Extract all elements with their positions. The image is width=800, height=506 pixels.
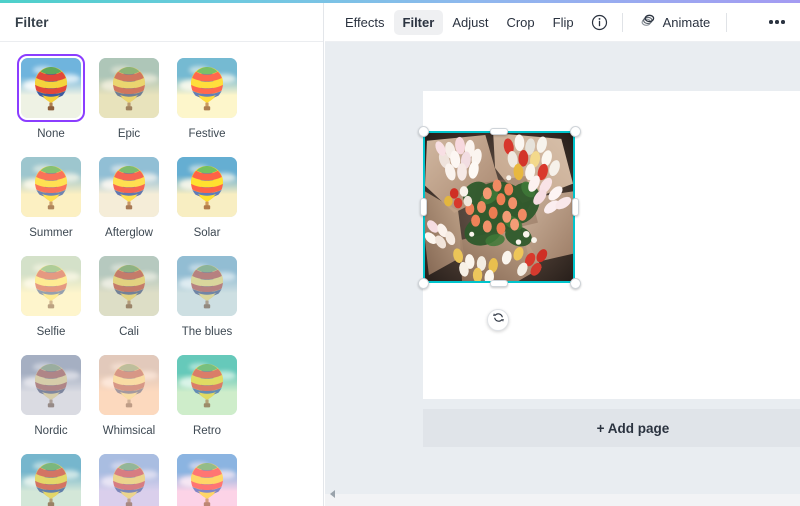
info-icon[interactable]	[587, 9, 613, 35]
filter-thumbnail	[99, 256, 159, 316]
filter-item-label: The blues	[181, 326, 233, 338]
filter-item-label: Cali	[119, 326, 139, 338]
filter-thumbnail-wrapper	[95, 153, 163, 221]
filter-item-label: Afterglow	[105, 227, 153, 239]
toolbar-divider-1	[621, 12, 623, 32]
resize-handle-bottom-left[interactable]	[418, 278, 429, 289]
filter-item-nordic[interactable]: Nordic	[12, 345, 90, 444]
filter-panel: Filter None Epic Festive Summer Afterglow Sol…	[0, 3, 324, 506]
filter-item-edge[interactable]: Edge	[12, 444, 90, 506]
filter-thumbnail	[21, 157, 81, 217]
filter-thumbnail-wrapper	[173, 450, 241, 506]
animate-icon	[639, 11, 657, 34]
animate-button[interactable]: Animate	[632, 6, 718, 39]
collapse-panel-handle[interactable]	[326, 486, 338, 502]
add-page-label: + Add page	[596, 420, 670, 436]
add-page-button[interactable]: + Add page	[423, 409, 800, 447]
filter-item-label: None	[37, 128, 65, 140]
filter-item-summer[interactable]: Summer	[12, 147, 90, 246]
filter-thumbnail-wrapper	[173, 252, 241, 320]
filter-thumbnail	[99, 58, 159, 118]
filter-thumbnail	[21, 58, 81, 118]
resize-handle-bottom-right[interactable]	[570, 278, 581, 289]
filter-thumbnail-wrapper	[173, 351, 241, 419]
rotate-icon	[492, 311, 505, 329]
rotate-handle[interactable]	[487, 309, 509, 331]
chevron-left-icon	[329, 490, 335, 498]
filter-thumbnail-wrapper	[173, 54, 241, 122]
filter-thumbnail	[21, 454, 81, 506]
resize-handle-bottom[interactable]	[490, 280, 508, 287]
canva-editor-window: Filter None Epic Festive Summer Afterglow Sol…	[0, 0, 800, 506]
filter-item-selfie[interactable]: Selfie	[12, 246, 90, 345]
filter-item-peony[interactable]: Peony	[168, 444, 246, 506]
filter-item-label: Epic	[117, 128, 141, 140]
filter-item-label: Retro	[192, 425, 222, 437]
filter-item-label: Nordic	[34, 425, 68, 437]
ellipsis-dot	[781, 20, 785, 24]
editor-right-side: Effects Filter Adjust Crop Flip Animate …	[325, 3, 800, 506]
filter-thumbnail-wrapper	[17, 252, 85, 320]
filter-thumbnail	[21, 256, 81, 316]
filter-item-label: Selfie	[36, 326, 66, 338]
canvas-bottom-strip	[325, 494, 800, 506]
ellipsis-dot	[769, 20, 773, 24]
filter-thumbnail	[99, 355, 159, 415]
filter-thumbnail-wrapper	[95, 54, 163, 122]
filter-grid: None Epic Festive Summer Afterglow Solar Selfi…	[0, 42, 323, 506]
top-gradient-strip	[0, 0, 800, 3]
filter-thumbnail	[177, 58, 237, 118]
tab-flip[interactable]: Flip	[544, 10, 583, 35]
filter-thumbnail	[177, 355, 237, 415]
resize-handle-top-right[interactable]	[570, 126, 581, 137]
filter-item-epic[interactable]: Epic	[90, 48, 168, 147]
resize-handle-top-left[interactable]	[418, 126, 429, 137]
filter-item-label: Whimsical	[102, 425, 156, 437]
ellipsis-dot	[775, 20, 779, 24]
image-toolbar: Effects Filter Adjust Crop Flip Animate	[325, 3, 800, 42]
filter-thumbnail	[177, 256, 237, 316]
page-title: Filter	[15, 14, 49, 30]
filter-thumbnail-wrapper	[17, 153, 85, 221]
filter-item-label: Solar	[193, 227, 221, 239]
tab-filter[interactable]: Filter	[393, 9, 444, 35]
selected-image[interactable]	[423, 131, 575, 283]
filter-item-label: Summer	[29, 227, 73, 239]
filter-thumbnail	[99, 157, 159, 217]
filter-item-solar[interactable]: Solar	[168, 147, 246, 246]
filter-thumbnail-wrapper	[95, 450, 163, 506]
filter-item-afterglow[interactable]: Afterglow	[90, 147, 168, 246]
filter-item-the-blues[interactable]: The blues	[168, 246, 246, 345]
filter-thumbnail	[177, 454, 237, 506]
filter-item-cali[interactable]: Cali	[90, 246, 168, 345]
canvas-area[interactable]: + Add page	[325, 42, 800, 506]
toolbar-divider-2	[726, 12, 728, 32]
bouquet-of-tulips-image	[425, 133, 573, 281]
more-options-button[interactable]	[764, 9, 790, 35]
resize-handle-left[interactable]	[420, 198, 427, 216]
filter-thumbnail-wrapper	[17, 351, 85, 419]
filter-panel-header: Filter	[0, 3, 323, 42]
tab-effects[interactable]: Effects	[336, 10, 394, 35]
filter-item-dalliance[interactable]: Dalliance	[90, 444, 168, 506]
tab-adjust[interactable]: Adjust	[443, 10, 497, 35]
filter-thumbnail	[177, 157, 237, 217]
filter-item-festive[interactable]: Festive	[168, 48, 246, 147]
filter-thumbnail	[21, 355, 81, 415]
resize-handle-right[interactable]	[572, 198, 579, 216]
tab-crop[interactable]: Crop	[497, 10, 543, 35]
filter-item-retro[interactable]: Retro	[168, 345, 246, 444]
filter-thumbnail-wrapper	[17, 54, 85, 122]
filter-thumbnail-wrapper	[17, 450, 85, 506]
filter-item-label: Festive	[188, 128, 226, 140]
filter-item-none[interactable]: None	[12, 48, 90, 147]
resize-handle-top[interactable]	[490, 128, 508, 135]
filter-thumbnail	[99, 454, 159, 506]
filter-thumbnail-wrapper	[95, 351, 163, 419]
filter-thumbnail-wrapper	[173, 153, 241, 221]
filter-item-whimsical[interactable]: Whimsical	[90, 345, 168, 444]
filter-thumbnail-wrapper	[95, 252, 163, 320]
animate-label: Animate	[662, 14, 711, 30]
